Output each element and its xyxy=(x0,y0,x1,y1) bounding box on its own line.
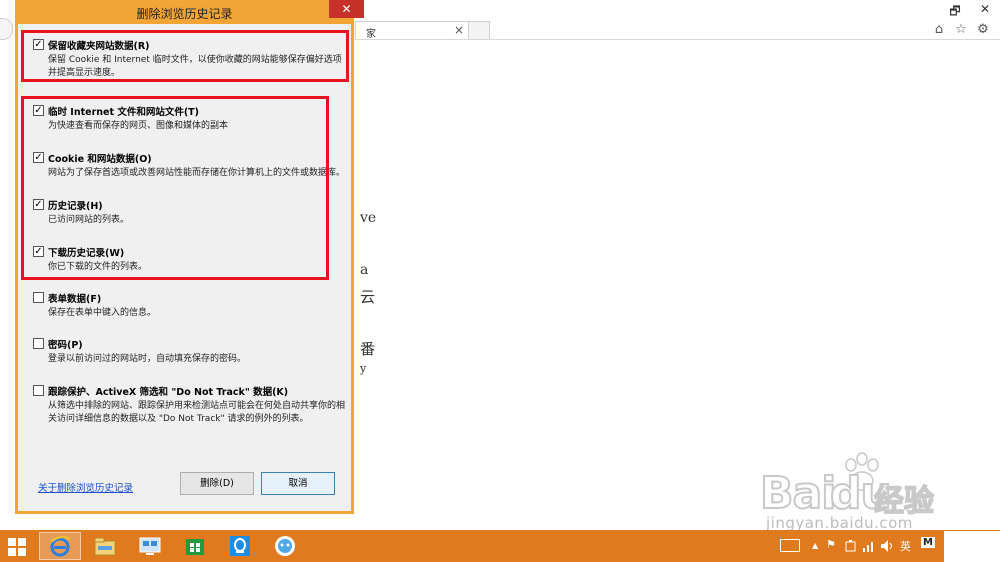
volume-icon[interactable] xyxy=(880,539,894,553)
page-text-fragment: a xyxy=(360,262,369,278)
watermark-brand: Bai xyxy=(759,467,837,520)
ime-language-indicator[interactable]: 英 xyxy=(900,538,911,554)
restore-button[interactable]: 🗗 xyxy=(946,2,964,23)
page-text-fragment: ve xyxy=(360,210,377,226)
windows-start-icon[interactable] xyxy=(8,538,26,556)
qq-icon xyxy=(230,536,250,556)
touch-keyboard-icon[interactable] xyxy=(780,539,800,552)
remote-desktop-icon xyxy=(139,537,161,555)
taskbar-chat[interactable] xyxy=(264,532,306,560)
option-description: 从筛选中排除的网站、跟踪保护用来检测站点可能会在何处自动共享你的相关访问详细信息… xyxy=(48,401,346,424)
option-form-data[interactable]: 表单数据(F) 保存在表单中键入的信息。 xyxy=(33,291,343,321)
gear-icon[interactable]: ⚙ xyxy=(974,22,992,37)
new-tab-button[interactable] xyxy=(468,21,490,40)
ie-icon xyxy=(50,536,71,557)
option-tracking-protection[interactable]: 跟踪保护、ActiveX 筛选和 "Do Not Track" 数据(K) 从筛… xyxy=(33,384,345,428)
highlight-box-main xyxy=(21,96,329,280)
cancel-button[interactable]: 取消 xyxy=(261,472,335,495)
tab-close-icon[interactable]: × xyxy=(454,23,464,37)
highlight-box-top xyxy=(21,30,349,82)
option-label: 表单数据(F) xyxy=(48,294,102,305)
taskbar-store[interactable] xyxy=(174,532,216,560)
file-explorer-icon xyxy=(94,537,116,556)
tray-expand-icon[interactable]: ▲ xyxy=(812,541,818,550)
dialog-close-button[interactable]: ✕ xyxy=(329,0,364,18)
delete-button[interactable]: 删除(D) xyxy=(180,472,254,495)
ime-mode-indicator[interactable]: M xyxy=(921,537,935,548)
checkbox-tracking-protection[interactable] xyxy=(33,385,44,396)
taskbar-remote-desktop[interactable] xyxy=(129,532,171,560)
page-text-fragment: 番 xyxy=(360,340,376,358)
taskbar-qq[interactable] xyxy=(219,532,261,560)
tab-title: 家 xyxy=(366,29,376,40)
page-text-fragment: y xyxy=(360,362,367,375)
option-description: 登录以前访问过的网站时，自动填充保存的密码。 xyxy=(48,354,247,364)
back-button-edge[interactable] xyxy=(0,18,13,40)
clock-area[interactable] xyxy=(944,531,1000,562)
checkbox-form-data[interactable] xyxy=(33,292,44,303)
battery-icon[interactable] xyxy=(844,539,858,553)
chat-icon xyxy=(275,536,295,556)
action-center-flag-icon[interactable]: ⚑ xyxy=(826,538,836,551)
taskbar-ie[interactable] xyxy=(39,532,81,560)
option-passwords[interactable]: 密码(P) 登录以前访问过的网站时，自动填充保存的密码。 xyxy=(33,337,343,367)
option-label: 密码(P) xyxy=(48,340,83,351)
home-icon[interactable]: ⌂ xyxy=(930,22,948,37)
option-label: 跟踪保护、ActiveX 筛选和 "Do Not Track" 数据(K) xyxy=(48,387,289,398)
page-divider xyxy=(355,39,1000,40)
taskbar: ▲ ⚑ 英 M xyxy=(0,530,1000,562)
about-delete-history-link[interactable]: 关于删除浏览历史记录 xyxy=(38,480,133,494)
star-icon[interactable]: ☆ xyxy=(952,22,970,37)
browser-tab[interactable]: 家 × xyxy=(355,21,469,40)
page-text-fragment: 云 xyxy=(360,288,376,306)
option-description: 保存在表单中键入的信息。 xyxy=(48,308,157,318)
close-window-button[interactable]: ✕ xyxy=(976,2,994,16)
signal-icon[interactable] xyxy=(862,539,876,553)
dialog-titlebar[interactable]: 删除浏览历史记录 xyxy=(15,0,354,24)
taskbar-file-explorer[interactable] xyxy=(84,532,126,560)
dialog-title: 删除浏览历史记录 xyxy=(136,7,233,21)
checkbox-passwords[interactable] xyxy=(33,338,44,349)
store-icon xyxy=(186,539,204,555)
